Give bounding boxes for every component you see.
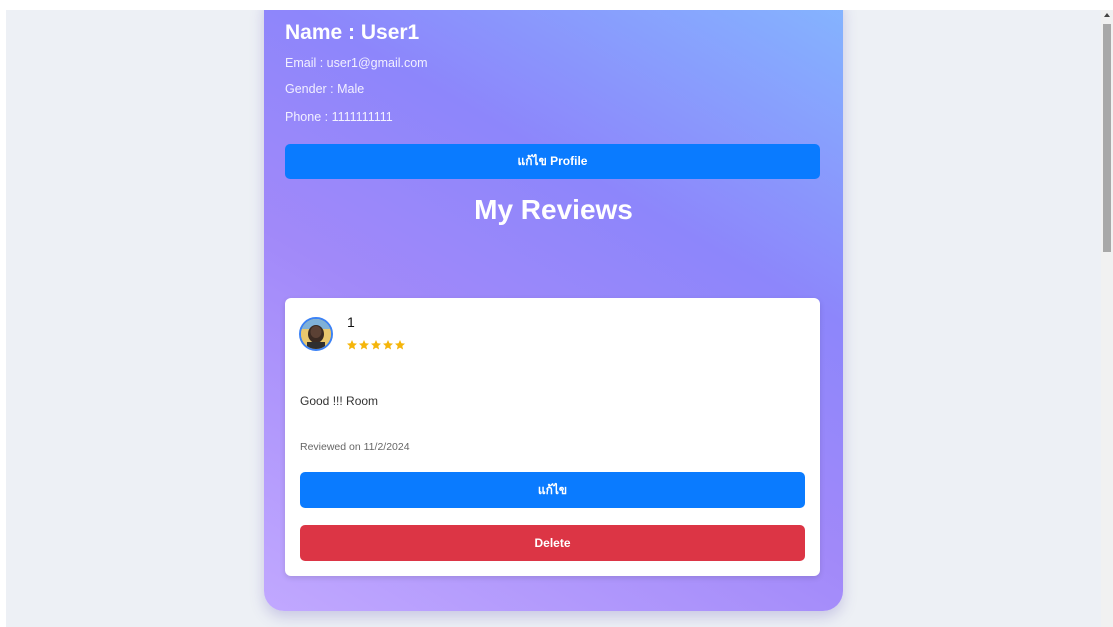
reviewer-avatar <box>299 317 333 351</box>
review-card: 1 Good !!! Room Reviewed on 11/2/2024 แก… <box>285 298 820 576</box>
profile-email: Email : user1@gmail.com <box>285 56 428 70</box>
star-icon <box>347 340 357 350</box>
reviewer-name: 1 <box>347 314 355 330</box>
review-text: Good !!! Room <box>300 394 379 408</box>
star-icon <box>383 340 393 350</box>
reviews-heading: My Reviews <box>474 194 633 225</box>
profile-card: Name : User1 Email : user1@gmail.com Gen… <box>264 10 843 611</box>
star-icon <box>395 340 405 350</box>
delete-review-button[interactable]: Delete <box>300 525 805 561</box>
star-rating <box>346 339 406 351</box>
scrollbar-thumb[interactable] <box>1103 24 1111 252</box>
review-date: Reviewed on 11/2/2024 <box>300 441 410 453</box>
scroll-up-arrow-icon[interactable] <box>1104 13 1110 17</box>
avatar-photo-icon <box>301 319 331 349</box>
edit-review-button[interactable]: แก้ไข <box>300 472 805 508</box>
profile-name: Name : User1 <box>285 21 420 44</box>
profile-phone: Phone : 1111111111 <box>285 110 393 124</box>
page-viewport: Name : User1 Email : user1@gmail.com Gen… <box>6 10 1101 627</box>
vertical-scrollbar[interactable] <box>1101 10 1113 627</box>
edit-profile-button[interactable]: แก้ไข Profile <box>285 144 820 179</box>
star-icon <box>371 340 381 350</box>
star-icon <box>359 340 369 350</box>
profile-gender: Gender : Male <box>285 82 365 96</box>
